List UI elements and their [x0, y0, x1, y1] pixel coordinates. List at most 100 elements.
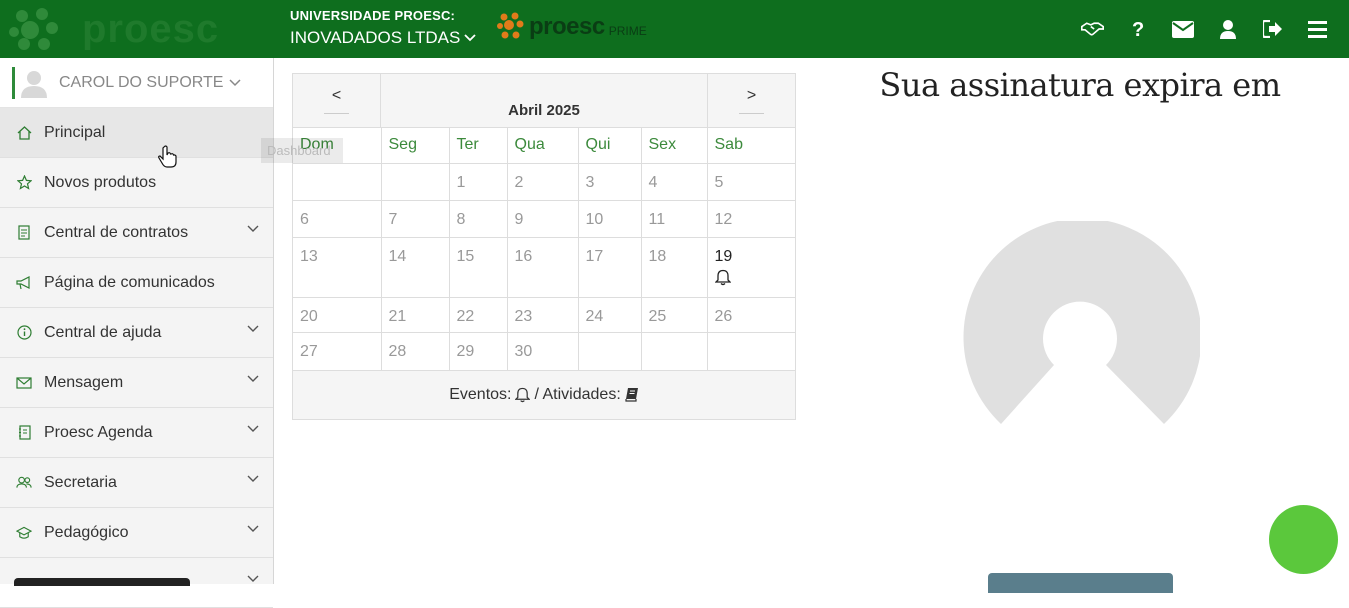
- day-cell[interactable]: 4: [641, 163, 708, 201]
- day-cell[interactable]: 6: [293, 200, 382, 238]
- organization-selector: UNIVERSIDADE PROESC: INOVADADOS LTDAS: [290, 8, 476, 48]
- day-cell[interactable]: 9: [507, 200, 579, 238]
- sidebar-item-central-de-ajuda[interactable]: Central de ajuda: [0, 308, 273, 358]
- proesc-logo[interactable]: proesc: [8, 8, 266, 50]
- sidebar-item-label: Proesc Agenda: [44, 423, 153, 441]
- day-cell[interactable]: 20: [293, 297, 382, 333]
- user-menu[interactable]: CAROL DO SUPORTE: [0, 58, 273, 108]
- calendar: < Abril 2025 > Dom Seg Ter Qua Qui Sex S…: [292, 73, 796, 420]
- subscription-title: Sua assinatura expira em: [879, 66, 1281, 104]
- day-cell[interactable]: 30: [507, 332, 579, 371]
- legend-events-label: Eventos:: [449, 385, 512, 403]
- day-cell[interactable]: 18: [641, 237, 708, 298]
- day-cell[interactable]: 23: [507, 297, 579, 333]
- prime-name: proesc: [529, 13, 605, 40]
- user-avatar-icon: [21, 70, 47, 98]
- week-row: 27 28 29 30: [293, 332, 795, 371]
- menu-icon[interactable]: [1306, 18, 1329, 41]
- user-accent-bar: [12, 66, 15, 99]
- company-dropdown[interactable]: INOVADADOS LTDAS: [290, 28, 476, 48]
- weekday-header: Sab: [707, 128, 795, 164]
- day-cell[interactable]: 15: [449, 237, 508, 298]
- weekday-header: Qui: [578, 128, 642, 164]
- weekday-header: Ter: [449, 128, 508, 164]
- graduation-cap-icon: [16, 525, 32, 541]
- sidebar-item-pagina-de-comunicados[interactable]: Página de comunicados: [0, 258, 273, 308]
- day-cell[interactable]: 12: [707, 200, 795, 238]
- question-icon[interactable]: ?: [1126, 18, 1149, 41]
- chevron-down-icon: [247, 375, 259, 382]
- day-cell[interactable]: 1: [449, 163, 508, 201]
- day-cell[interactable]: [641, 332, 708, 371]
- day-cell[interactable]: 22: [449, 297, 508, 333]
- bell-icon: [515, 387, 531, 402]
- sidebar-item-mensagem[interactable]: Mensagem: [0, 358, 273, 408]
- avatar-placeholder-icon: [963, 221, 1200, 424]
- user-name: CAROL DO SUPORTE: [59, 73, 224, 91]
- day-cell[interactable]: 24: [578, 297, 642, 333]
- sign-out-icon[interactable]: [1261, 18, 1284, 41]
- svg-text:?: ?: [1132, 19, 1144, 39]
- document-icon: [16, 225, 32, 241]
- sidebar-item-label: Central de contratos: [44, 223, 189, 241]
- weekday-row: Dom Seg Ter Qua Qui Sex Sab: [293, 128, 795, 164]
- chevron-down-icon: [247, 425, 259, 432]
- calendar-title: Abril 2025: [508, 102, 580, 119]
- day-cell[interactable]: [578, 332, 642, 371]
- sidebar-item-central-de-contratos[interactable]: Central de contratos: [0, 208, 273, 258]
- sidebar-item-principal[interactable]: Principal: [0, 108, 273, 158]
- handshake-icon[interactable]: [1081, 18, 1104, 41]
- day-cell[interactable]: 2: [507, 163, 579, 201]
- day-cell[interactable]: 14: [381, 237, 450, 298]
- calendar-header: < Abril 2025 >: [293, 74, 795, 128]
- day-cell[interactable]: 17: [578, 237, 642, 298]
- calendar-grid: Dom Seg Ter Qua Qui Sex Sab 1 2 3 4 5 6: [293, 128, 795, 371]
- day-cell[interactable]: 28: [381, 332, 450, 371]
- week-row: 6 7 8 9 10 11 12: [293, 200, 795, 238]
- day-cell[interactable]: 25: [641, 297, 708, 333]
- chevron-down-icon: [247, 325, 259, 332]
- tooltip: Dashboard: [261, 138, 343, 163]
- envelope-icon[interactable]: [1171, 18, 1194, 41]
- chevron-down-icon: [464, 34, 476, 42]
- weekday-header: Seg: [381, 128, 450, 164]
- day-cell[interactable]: [381, 163, 450, 201]
- home-icon: [16, 125, 32, 141]
- week-row: 13 14 15 16 17 18 19: [293, 237, 795, 298]
- sidebar-item-label: Pedagógico: [44, 523, 129, 541]
- day-cell[interactable]: 26: [707, 297, 795, 333]
- day-cell[interactable]: 7: [381, 200, 450, 238]
- sidebar-item-label: Novos produtos: [44, 173, 157, 191]
- book-icon: [625, 388, 638, 402]
- legend-activities-label: / Atividades:: [534, 385, 621, 403]
- sidebar-item-label: Principal: [44, 123, 106, 141]
- sidebar-item-proesc-agenda[interactable]: Proesc Agenda: [0, 408, 273, 458]
- calendar-prev-button[interactable]: <: [293, 74, 381, 127]
- day-cell[interactable]: 11: [641, 200, 708, 238]
- day-cell[interactable]: 3: [578, 163, 642, 201]
- university-name: UNIVERSIDADE PROESC:: [290, 8, 456, 23]
- day-cell-today[interactable]: 19: [707, 237, 795, 298]
- chevron-down-icon: [247, 475, 259, 482]
- sidebar-item-pedagogico[interactable]: Pedagógico: [0, 508, 273, 558]
- day-cell[interactable]: 8: [449, 200, 508, 238]
- day-cell[interactable]: 5: [707, 163, 795, 201]
- today-number: 19: [714, 247, 733, 265]
- weekday-header: Sex: [641, 128, 708, 164]
- subscription-button[interactable]: [988, 573, 1173, 593]
- day-cell[interactable]: 29: [449, 332, 508, 371]
- day-cell[interactable]: 21: [381, 297, 450, 333]
- chat-widget-button[interactable]: [1269, 505, 1338, 574]
- sidebar-item-secretaria[interactable]: Secretaria: [0, 458, 273, 508]
- user-icon[interactable]: [1216, 18, 1239, 41]
- day-cell[interactable]: [293, 163, 382, 201]
- day-cell[interactable]: 27: [293, 332, 382, 371]
- day-cell[interactable]: 13: [293, 237, 382, 298]
- day-cell[interactable]: [707, 332, 795, 371]
- day-cell[interactable]: 10: [578, 200, 642, 238]
- sidebar-item-novos-produtos[interactable]: Novos produtos: [0, 158, 273, 208]
- calendar-next-button[interactable]: >: [707, 74, 795, 127]
- bell-icon[interactable]: [713, 269, 732, 286]
- day-cell[interactable]: 16: [507, 237, 579, 298]
- notebook-icon: [16, 425, 32, 441]
